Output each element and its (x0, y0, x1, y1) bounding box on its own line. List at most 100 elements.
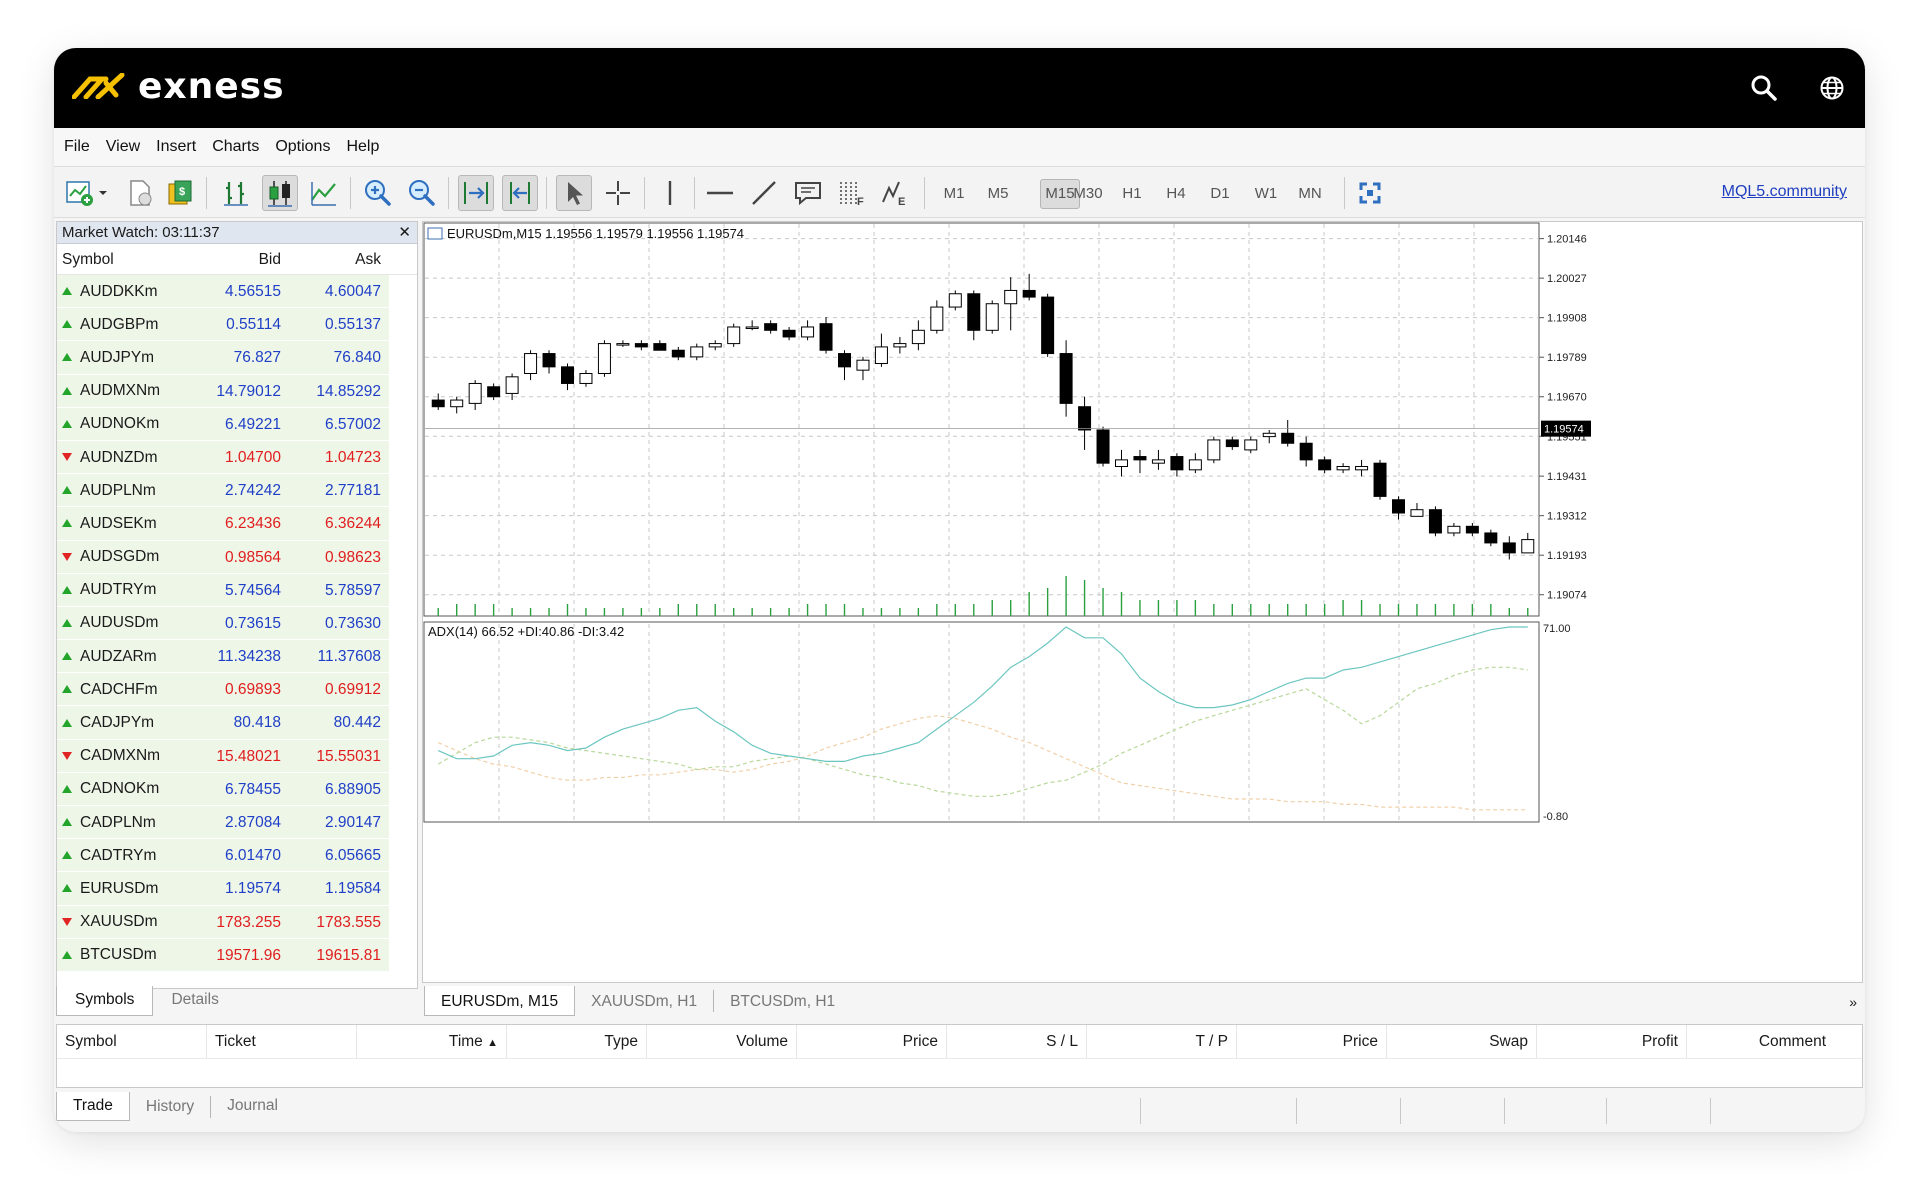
line-chart-icon[interactable] (306, 175, 342, 211)
bar-chart-icon[interactable] (218, 175, 254, 211)
column-header-symbol[interactable]: Symbol (57, 1025, 207, 1058)
column-header-price[interactable]: Price (797, 1025, 947, 1058)
candle-bullish (505, 376, 519, 394)
candle-bullish (1410, 509, 1424, 517)
brand-logo[interactable]: exness (72, 66, 285, 107)
candle-bullish (1521, 539, 1535, 554)
market-watch-row[interactable]: AUDJPYm 76.827 76.840 (57, 341, 417, 375)
tab-journal[interactable]: Journal (211, 1092, 294, 1121)
symbol-name: AUDUSDm (80, 614, 159, 632)
timeframe-d1[interactable]: D1 (1200, 179, 1240, 209)
elliott-wave-icon[interactable]: E (878, 175, 914, 211)
horizontal-line-icon[interactable] (702, 175, 738, 211)
market-watch-row[interactable]: AUDZARm 11.34238 11.37608 (57, 640, 417, 674)
candlestick-chart-icon[interactable] (262, 175, 298, 211)
menu-file[interactable]: File (64, 138, 90, 156)
market-watch-row[interactable]: EURUSDm 1.19574 1.19584 (57, 872, 417, 906)
column-header-sl[interactable]: S / L (947, 1025, 1087, 1058)
chart-shift-icon[interactable] (502, 175, 538, 211)
market-watch-row[interactable]: AUDSGDm 0.98564 0.98623 (57, 540, 417, 574)
market-watch-icon[interactable]: $ (162, 175, 198, 211)
candle-bullish (1151, 459, 1165, 464)
timeframe-m1[interactable]: M1 (934, 179, 974, 209)
tab-history[interactable]: History (130, 1096, 212, 1118)
market-watch-row[interactable]: CADJPYm 80.418 80.442 (57, 706, 417, 740)
globe-icon[interactable] (1814, 70, 1850, 106)
column-header-symbol[interactable]: Symbol (57, 244, 189, 274)
candle-bullish (579, 372, 593, 384)
cursor-icon[interactable] (556, 175, 592, 211)
column-header-type[interactable]: Type (507, 1025, 647, 1058)
column-header-profit[interactable]: Profit (1537, 1025, 1687, 1058)
column-header-comment[interactable]: Comment (1687, 1025, 1834, 1058)
column-header-bid[interactable]: Bid (189, 244, 289, 274)
bid-cell: 14.79012 (189, 374, 289, 407)
menu-view[interactable]: View (106, 138, 140, 156)
column-header-volume[interactable]: Volume (647, 1025, 797, 1058)
column-header-ticket[interactable]: Ticket (207, 1025, 357, 1058)
timeframe-h4[interactable]: H4 (1156, 179, 1196, 209)
column-header-swap[interactable]: Swap (1387, 1025, 1537, 1058)
new-chart-button[interactable] (62, 175, 112, 211)
vertical-line-icon[interactable] (652, 175, 688, 211)
market-watch-row[interactable]: AUDSEKm 6.23436 6.36244 (57, 507, 417, 541)
price-chart[interactable]: 1.20146 1.20027 1.19908 1.19789 1.19670 1.195… (423, 222, 1862, 982)
chart-tabs: EURUSDm, M15 XAUUSDm, H1 BTCUSDm, H1 (424, 986, 851, 1016)
market-watch-row[interactable]: AUDGBPm 0.55114 0.55137 (57, 308, 417, 342)
bid-cell: 19571.96 (189, 938, 289, 971)
app-window: exness File View Insert Charts Options H… (54, 48, 1865, 1132)
candle-bearish (1041, 296, 1055, 355)
tab-trade[interactable]: Trade (56, 1092, 130, 1121)
tab-details[interactable]: Details (153, 986, 236, 1016)
market-watch-row[interactable]: AUDNZDm 1.04700 1.04723 (57, 440, 417, 475)
market-watch-row[interactable]: AUDMXNm 14.79012 14.85292 (57, 374, 417, 408)
timeframe-mn[interactable]: MN (1290, 179, 1330, 209)
menu-charts[interactable]: Charts (212, 138, 259, 156)
market-watch-row[interactable]: AUDPLNm 2.74242 2.77181 (57, 474, 417, 508)
market-watch-row[interactable]: CADPLNm 2.87084 2.90147 (57, 806, 417, 840)
text-label-icon[interactable] (790, 175, 826, 211)
market-watch-row[interactable]: AUDDKKm 4.56515 4.60047 (57, 275, 417, 309)
market-watch-row[interactable]: CADNOKm 6.78455 6.88905 (57, 772, 417, 806)
mql5-community-link[interactable]: MQL5.community (1722, 183, 1847, 201)
trendline-icon[interactable] (746, 175, 782, 211)
terminal-tabs: Trade History Journal (56, 1092, 294, 1121)
chart-panel[interactable]: 1.20146 1.20027 1.19908 1.19789 1.19670 1.195… (422, 221, 1863, 983)
fullscreen-icon[interactable] (1352, 175, 1388, 211)
menu-insert[interactable]: Insert (156, 138, 196, 156)
menu-help[interactable]: Help (346, 138, 379, 156)
market-watch-row[interactable]: AUDUSDm 0.73615 0.73630 (57, 606, 417, 641)
market-watch-row[interactable]: AUDNOKm 6.49221 6.57002 (57, 407, 417, 441)
timeframe-m30[interactable]: M30 (1068, 179, 1108, 209)
chart-tab-eurusd[interactable]: EURUSDm, M15 (424, 986, 576, 1016)
market-watch-row[interactable]: CADMXNm 15.48021 15.55031 (57, 739, 417, 773)
status-bar-separator (1606, 1098, 1607, 1124)
market-watch-row[interactable]: XAUUSDm 1783.255 1783.555 (57, 905, 417, 939)
market-watch-row[interactable]: AUDTRYm 5.74564 5.78597 (57, 573, 417, 607)
tab-symbols[interactable]: Symbols (56, 986, 154, 1016)
column-header-tp[interactable]: T / P (1087, 1025, 1237, 1058)
scroll-tabs-icon[interactable]: » (1849, 994, 1857, 1010)
chart-tab-xauusd[interactable]: XAUUSDm, H1 (575, 990, 715, 1012)
close-icon[interactable]: ✕ (398, 222, 411, 244)
menu-options[interactable]: Options (275, 138, 330, 156)
timeframe-m5[interactable]: M5 (978, 179, 1018, 209)
column-header-time[interactable]: Time ▲ (357, 1025, 507, 1058)
ask-cell: 5.78597 (289, 573, 389, 606)
column-header-ask[interactable]: Ask (289, 244, 389, 274)
crosshair-icon[interactable] (600, 175, 636, 211)
market-watch-row[interactable]: CADCHFm 0.69893 0.69912 (57, 673, 417, 707)
candle-bearish (838, 353, 851, 368)
timeframe-h1[interactable]: H1 (1112, 179, 1152, 209)
new-document-icon[interactable] (122, 175, 158, 211)
market-watch-row[interactable]: BTCUSDm 19571.96 19615.81 (57, 938, 417, 972)
auto-scroll-icon[interactable] (458, 175, 494, 211)
timeframe-w1[interactable]: W1 (1246, 179, 1286, 209)
zoom-out-icon[interactable] (404, 175, 440, 211)
fibonacci-icon[interactable]: F (834, 175, 870, 211)
column-header-close-price[interactable]: Price (1237, 1025, 1387, 1058)
market-watch-row[interactable]: CADTRYm 6.01470 6.05665 (57, 839, 417, 873)
zoom-in-icon[interactable] (360, 175, 396, 211)
chart-tab-btcusd[interactable]: BTCUSDm, H1 (714, 990, 851, 1012)
search-icon[interactable] (1746, 70, 1782, 106)
